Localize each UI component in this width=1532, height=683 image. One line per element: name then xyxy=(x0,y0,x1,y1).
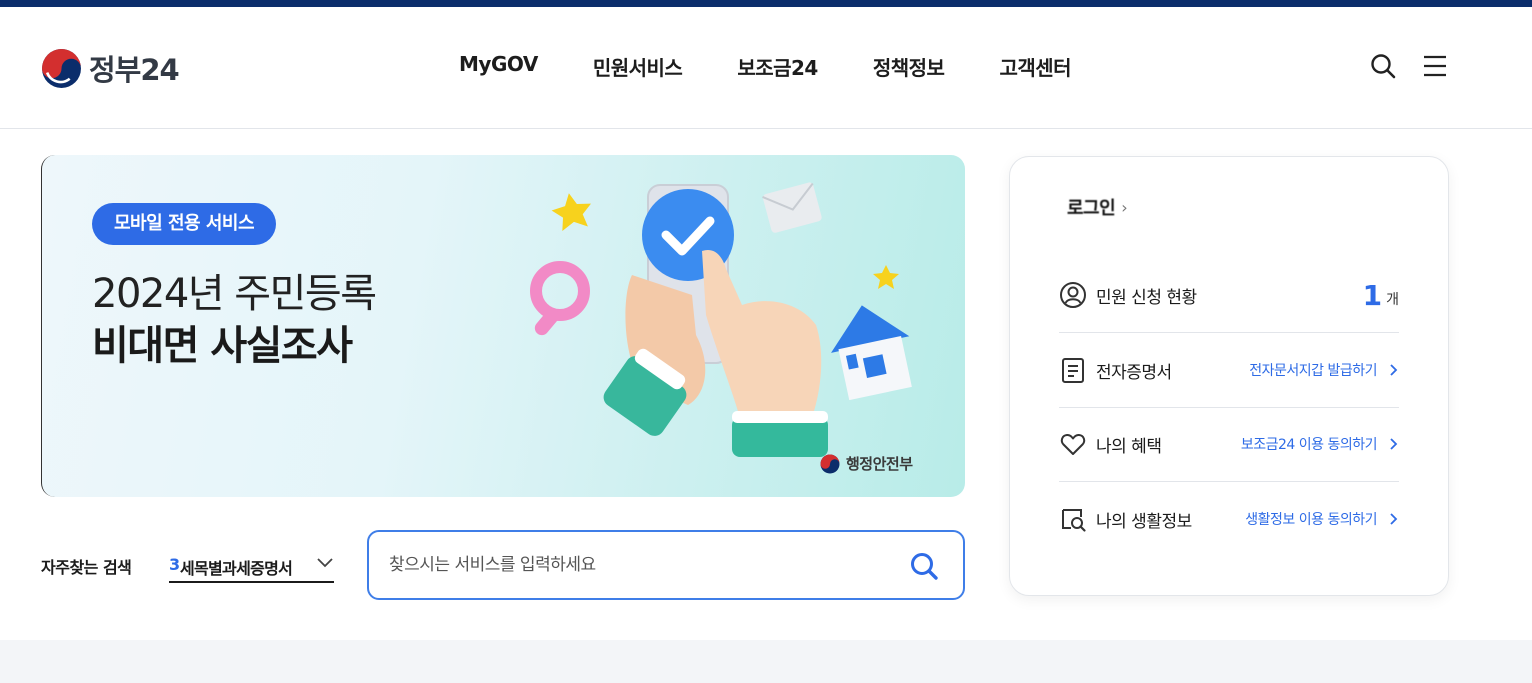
user-circle-icon xyxy=(1060,282,1086,308)
login-text: 로그인 xyxy=(1067,198,1116,219)
heart-icon xyxy=(1060,433,1086,455)
count-unit: 개 xyxy=(1386,292,1399,308)
favorite-search-term: 세목별과세증명서 xyxy=(180,559,293,578)
house-icon xyxy=(831,305,912,401)
top-accent-bar xyxy=(0,0,1532,7)
nav-item-customer-center[interactable]: 고객센터 xyxy=(999,52,1071,81)
row-link[interactable]: 전자문서지갑 발급하기 xyxy=(1249,360,1377,380)
nav-item-civil-services[interactable]: 민원서비스 xyxy=(593,52,683,81)
chevron-right-icon: › xyxy=(1121,197,1128,217)
application-count: 1 개 xyxy=(1363,279,1399,312)
search-icon[interactable] xyxy=(1370,53,1396,79)
row-life-info[interactable]: 나의 생활정보 생활정보 이용 동의하기 xyxy=(1059,482,1399,556)
life-info-search-icon xyxy=(1062,509,1086,532)
logo-text: 정부24 xyxy=(89,53,180,87)
chevron-right-icon xyxy=(1390,438,1398,450)
row-e-certificate[interactable]: 전자증명서 전자문서지갑 발급하기 xyxy=(1059,333,1399,407)
chevron-right-icon xyxy=(1390,364,1398,376)
row-action[interactable]: 생활정보 이용 동의하기 xyxy=(1245,509,1399,529)
favorite-search-dropdown[interactable]: 3 세목별과세증명서 xyxy=(169,547,334,583)
row-label: 나의 혜택 xyxy=(1096,436,1162,457)
hamburger-menu-icon[interactable] xyxy=(1422,53,1448,79)
row-link[interactable]: 생활정보 이용 동의하기 xyxy=(1245,509,1377,529)
row-action[interactable]: 보조금24 이용 동의하기 xyxy=(1241,434,1399,454)
row-action[interactable]: 전자문서지갑 발급하기 xyxy=(1249,360,1399,380)
favorite-search-label: 자주찾는 검색 xyxy=(41,558,132,577)
ministry-name: 행정안전부 xyxy=(846,455,913,473)
chevron-right-icon xyxy=(1390,513,1398,525)
row-civil-application-status[interactable]: 민원 신청 현황 1 개 xyxy=(1059,258,1399,332)
login-link[interactable]: 로그인 › xyxy=(1067,195,1128,220)
favorite-search-rank: 3 xyxy=(169,555,181,574)
next-section-background xyxy=(0,640,1532,683)
row-my-benefits[interactable]: 나의 혜택 보조금24 이용 동의하기 xyxy=(1059,407,1399,481)
ministry-emblem-icon xyxy=(820,454,840,473)
star-icon xyxy=(551,193,592,231)
taegeuk-logo-icon xyxy=(42,48,81,88)
chevron-down-icon xyxy=(317,558,333,568)
nav-item-policy-info[interactable]: 정책정보 xyxy=(873,52,945,81)
banner-badge: 모바일 전용 서비스 xyxy=(92,203,277,245)
ministry-credit: 행정안전부 xyxy=(820,453,913,474)
row-label: 전자증명서 xyxy=(1096,362,1172,383)
nav-item-subsidy24[interactable]: 보조금24 xyxy=(737,52,818,81)
nav-item-mygov[interactable]: MyGOV xyxy=(459,52,538,81)
row-label: 나의 생활정보 xyxy=(1096,511,1192,532)
row-link[interactable]: 보조금24 이용 동의하기 xyxy=(1241,434,1378,454)
main-nav: MyGOV 민원서비스 보조금24 정책정보 고객센터 xyxy=(459,52,1072,81)
right-hand-shape xyxy=(702,249,822,425)
promo-banner[interactable]: 모바일 전용 서비스 2024년 주민등록 비대면 사실조사 행정안전부 xyxy=(41,155,965,497)
my-service-card: 로그인 › 민원 신청 현황 1 개 전자증명서 전자문서지갑 발급하기 나의 … xyxy=(1009,156,1449,596)
banner-title-line2: 비대면 사실조사 xyxy=(92,323,353,369)
banner-illustration xyxy=(530,182,912,457)
document-icon xyxy=(1062,358,1084,383)
search-box xyxy=(367,530,965,600)
banner-title-line1: 2024년 주민등록 xyxy=(92,271,377,317)
row-label: 민원 신청 현황 xyxy=(1096,287,1197,308)
magnifier-icon xyxy=(530,261,590,336)
small-star-icon xyxy=(873,265,899,289)
search-submit-icon[interactable] xyxy=(909,551,939,581)
search-input[interactable] xyxy=(389,550,889,580)
site-logo[interactable]: 정부24 xyxy=(41,47,180,89)
envelope-icon xyxy=(762,182,822,233)
count-number: 1 xyxy=(1362,278,1383,312)
site-header: 정부24 MyGOV 민원서비스 보조금24 정책정보 고객센터 xyxy=(0,7,1532,129)
